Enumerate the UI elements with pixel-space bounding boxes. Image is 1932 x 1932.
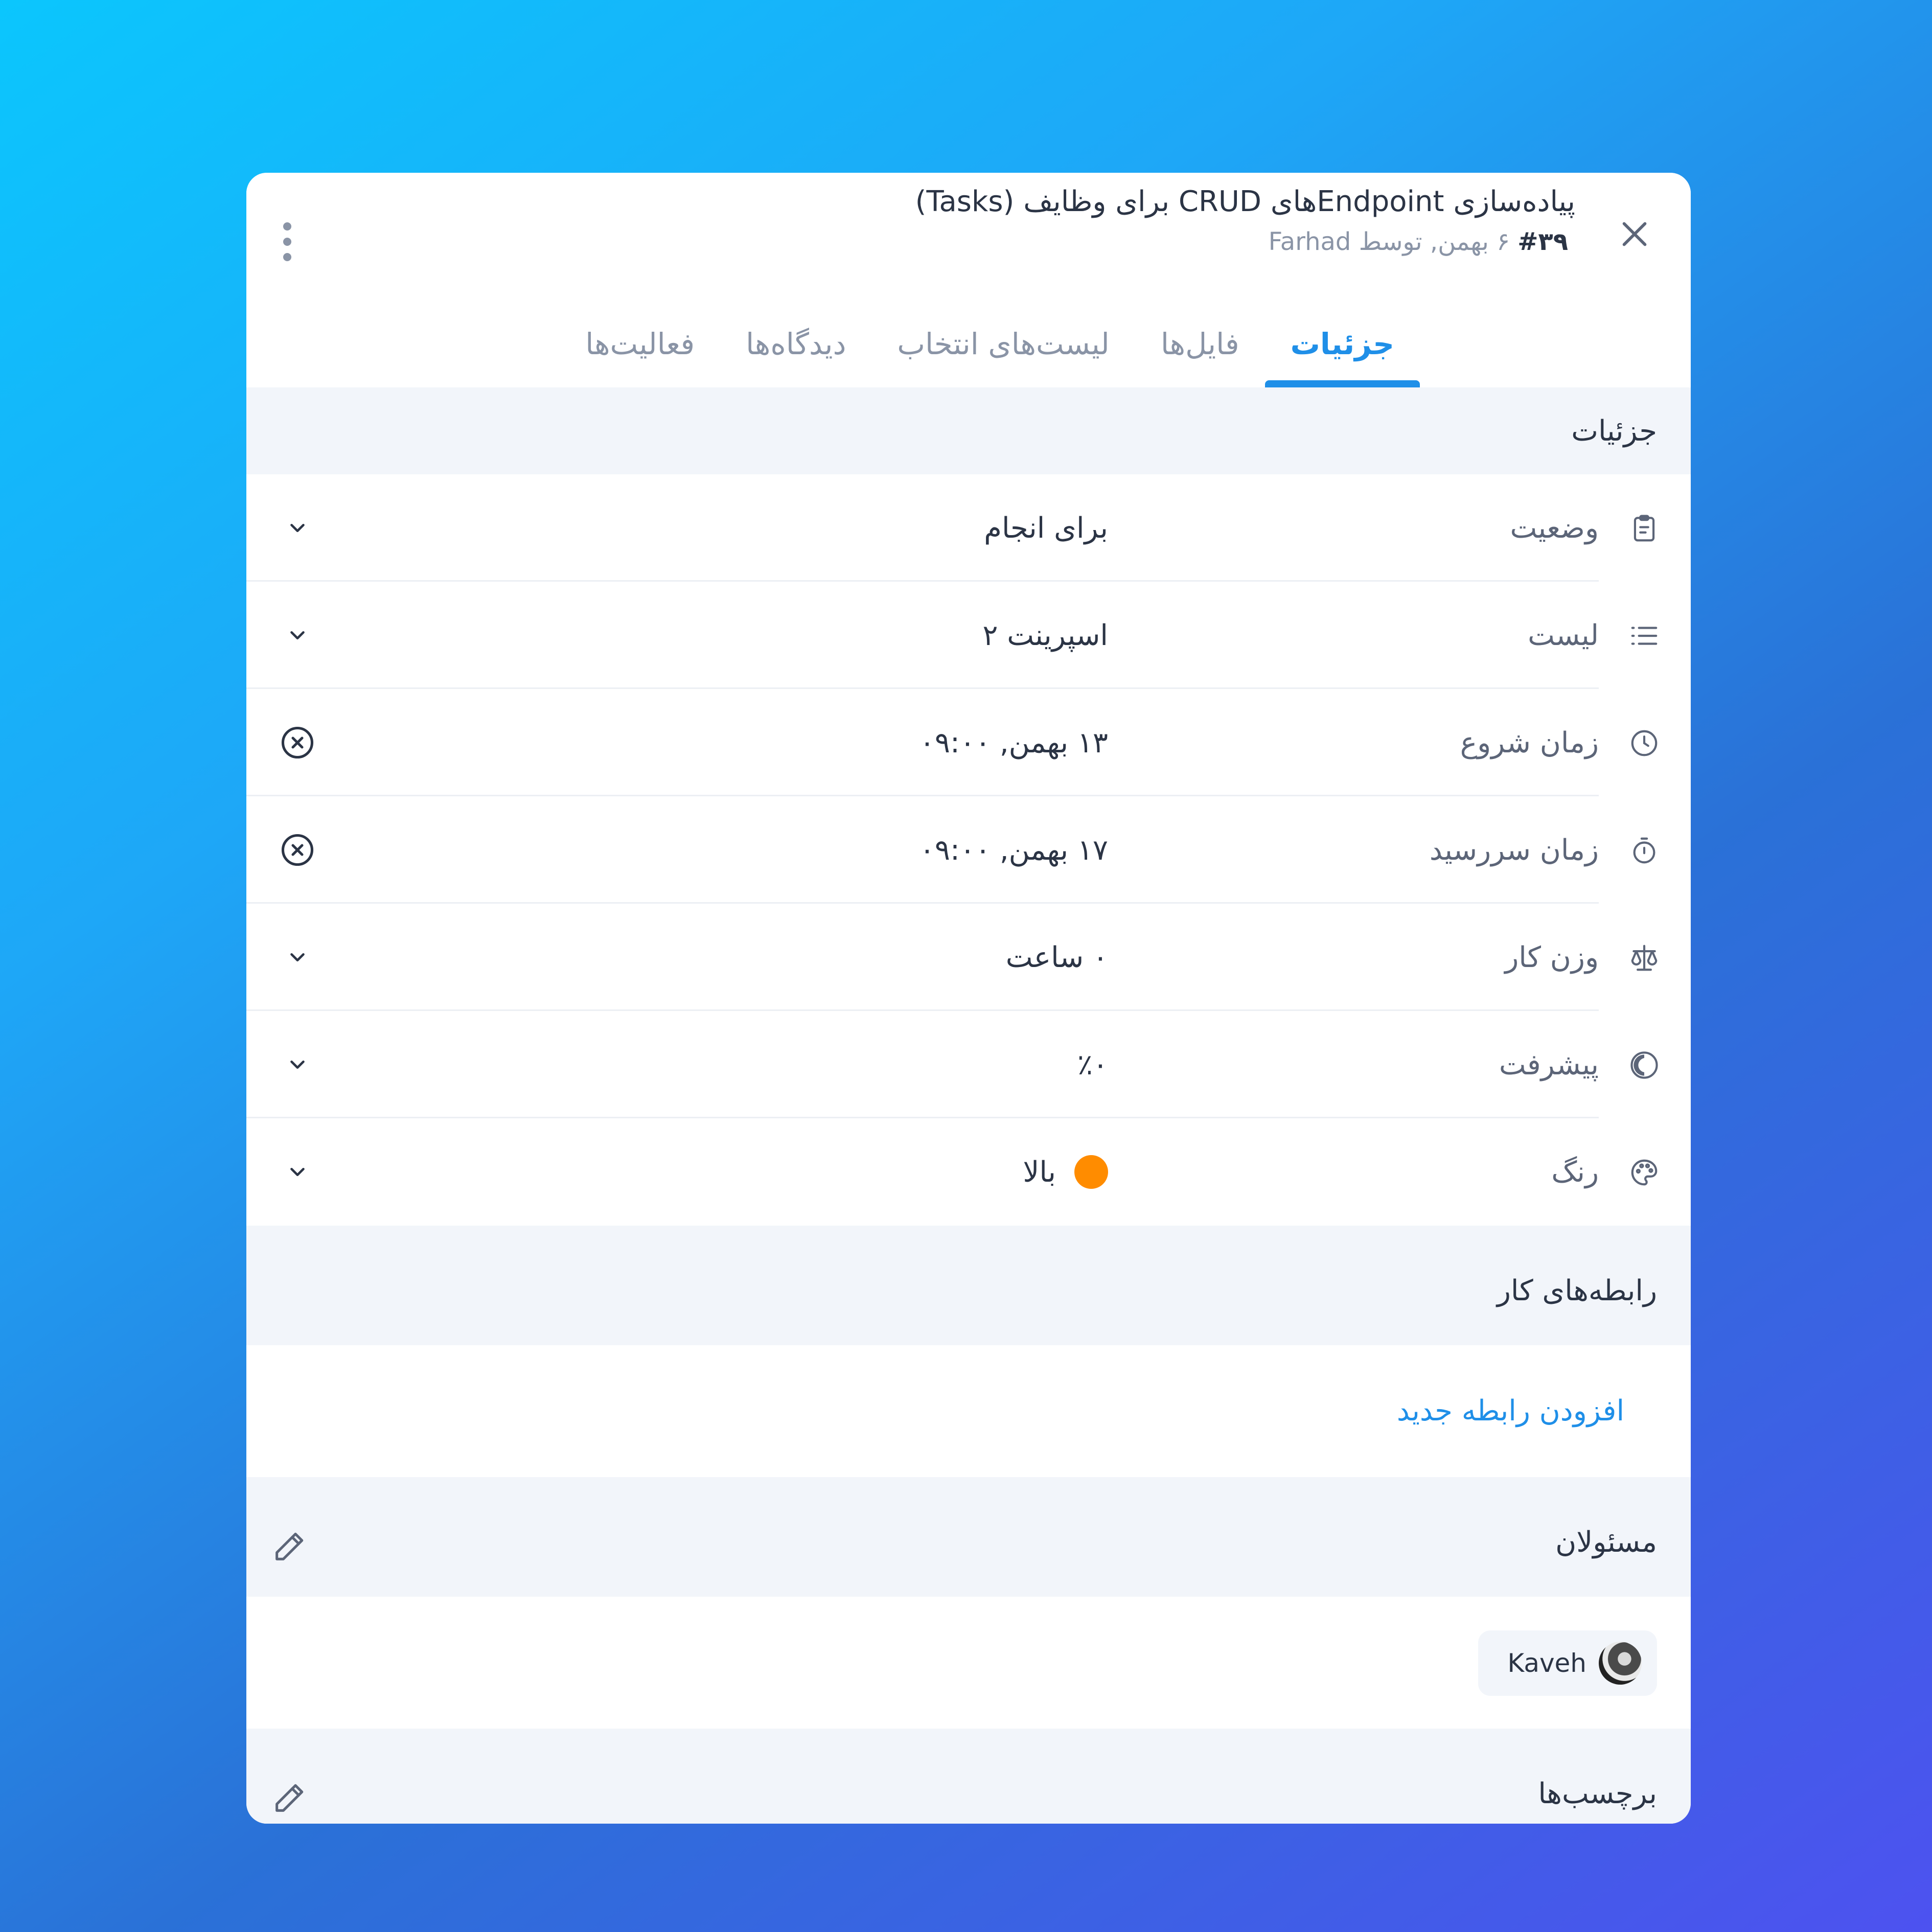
edit-labels-button[interactable] xyxy=(267,1775,313,1821)
field-row-weight[interactable]: وزن کار ۰ ساعت xyxy=(246,904,1691,1011)
tab-files[interactable]: فایل‌ها xyxy=(1135,301,1265,387)
field-label: لیست xyxy=(1528,618,1599,652)
field-value: اسپرینت ۲ xyxy=(982,618,1108,652)
field-value: بالا xyxy=(1023,1118,1108,1226)
task-title: پیاده‌سازی Endpointهای CRUD برای وظایف (… xyxy=(915,185,1575,218)
progress-dropdown-button[interactable] xyxy=(277,1044,318,1085)
labels-section-header: برچسب‌ها xyxy=(246,1729,1691,1824)
add-relation-link[interactable]: افزودن رابطه جدید xyxy=(1397,1394,1624,1428)
palette-icon xyxy=(1631,1159,1658,1186)
scale-icon xyxy=(1631,945,1658,971)
progress-icon xyxy=(1630,1051,1658,1079)
assignee-chip[interactable]: Kaveh xyxy=(1478,1630,1657,1696)
list-icon xyxy=(1631,627,1658,645)
chevron-down-icon xyxy=(290,631,305,640)
field-value: ۰ ساعت xyxy=(1005,940,1108,974)
color-swatch xyxy=(1074,1155,1108,1189)
task-number: #۳۹ xyxy=(1517,227,1568,256)
assignees-section-header: مسئولان xyxy=(246,1477,1691,1597)
pencil-icon xyxy=(275,1532,304,1560)
tab-activities[interactable]: فعالیت‌ها xyxy=(560,301,720,387)
field-label: زمان سررسید xyxy=(1429,833,1599,867)
field-label: رنگ xyxy=(1551,1155,1599,1189)
list-dropdown-button[interactable] xyxy=(277,615,318,656)
color-dropdown-button[interactable] xyxy=(277,1152,318,1192)
field-row-progress[interactable]: پیشرفت ٪۰ xyxy=(246,1011,1691,1118)
task-detail-dialog: پیاده‌سازی Endpointهای CRUD برای وظایف (… xyxy=(246,173,1691,1824)
dialog-header: پیاده‌سازی Endpointهای CRUD برای وظایف (… xyxy=(246,173,1691,387)
weight-dropdown-button[interactable] xyxy=(277,937,318,978)
relations-section-header: رابطه‌های کار xyxy=(246,1226,1691,1345)
details-section-header: جزئیات xyxy=(246,387,1691,474)
task-meta: #۳۹ ۶ بهمن, توسط Farhad xyxy=(1269,225,1568,259)
details-heading: جزئیات xyxy=(1571,415,1657,448)
field-value: برای انجام xyxy=(984,511,1108,545)
close-icon xyxy=(1622,222,1647,246)
field-label: وضعیت xyxy=(1510,511,1599,545)
timer-icon xyxy=(1633,837,1655,864)
status-dropdown-button[interactable] xyxy=(277,508,318,548)
tab-checklists[interactable]: لیست‌های انتخاب xyxy=(871,301,1135,387)
field-row-due-time[interactable]: زمان سررسید ۱۷ بهمن, ۰۹:۰۰ xyxy=(246,796,1691,904)
field-value: ٪۰ xyxy=(1077,1048,1108,1082)
assignee-name: Kaveh xyxy=(1507,1648,1586,1678)
clear-start-time-button[interactable] xyxy=(277,722,318,763)
clear-due-time-button[interactable] xyxy=(277,830,318,870)
details-field-list: وضعیت برای انجام لیست اسپرینت ۲ زمان شرو… xyxy=(246,474,1691,1226)
clear-icon xyxy=(281,726,314,759)
more-vertical-icon xyxy=(283,222,291,261)
avatar xyxy=(1599,1642,1642,1685)
field-row-list[interactable]: لیست اسپرینت ۲ xyxy=(246,582,1691,689)
clipboard-icon xyxy=(1634,515,1655,542)
pencil-icon xyxy=(275,1784,304,1812)
edit-assignees-button[interactable] xyxy=(267,1523,313,1569)
field-label: پیشرفت xyxy=(1499,1048,1599,1082)
field-row-start-time[interactable]: زمان شروع ۱۳ بهمن, ۰۹:۰۰ xyxy=(246,689,1691,796)
field-row-status[interactable]: وضعیت برای انجام xyxy=(246,474,1691,582)
labels-heading: برچسب‌ها xyxy=(1538,1777,1657,1810)
tab-comments[interactable]: دیدگاه‌ها xyxy=(720,301,871,387)
more-options-button[interactable] xyxy=(267,198,308,285)
tab-bar: جزئیات فایل‌ها لیست‌های انتخاب دیدگاه‌ها… xyxy=(560,301,1420,387)
relations-heading: رابطه‌های کار xyxy=(1497,1274,1657,1307)
field-row-color[interactable]: رنگ بالا xyxy=(246,1118,1691,1226)
close-button[interactable] xyxy=(1604,203,1665,265)
tab-details[interactable]: جزئیات xyxy=(1264,301,1420,387)
clear-icon xyxy=(281,834,314,866)
chevron-down-icon xyxy=(290,1167,305,1177)
field-label: وزن کار xyxy=(1505,940,1599,974)
color-value-text: بالا xyxy=(1023,1155,1056,1189)
field-value: ۱۳ بهمن, ۰۹:۰۰ xyxy=(919,726,1108,760)
chevron-down-icon xyxy=(290,523,305,533)
assignees-heading: مسئولان xyxy=(1555,1526,1657,1559)
task-created-info: ۶ بهمن, توسط Farhad xyxy=(1268,227,1510,256)
chevron-down-icon xyxy=(290,953,305,962)
clock-icon xyxy=(1631,730,1658,756)
field-label: زمان شروع xyxy=(1460,726,1599,760)
chevron-down-icon xyxy=(290,1060,305,1069)
field-value: ۱۷ بهمن, ۰۹:۰۰ xyxy=(919,833,1108,867)
